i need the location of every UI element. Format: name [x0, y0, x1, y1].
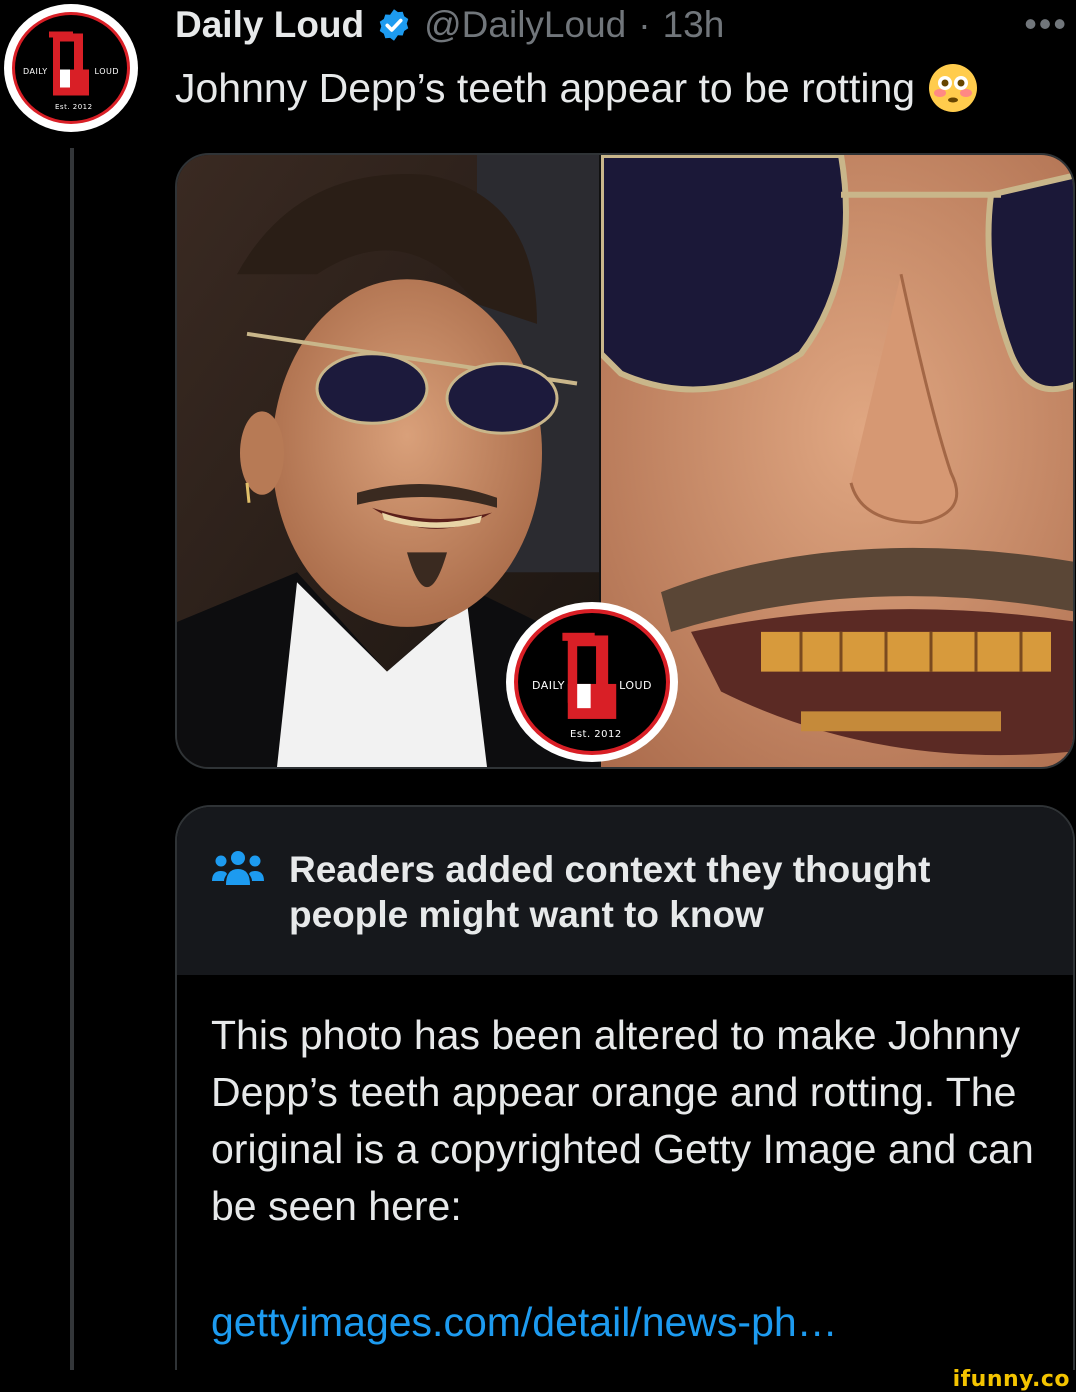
- timestamp[interactable]: 13h: [663, 4, 725, 46]
- ifunny-watermark: ifunny.co: [952, 1367, 1070, 1392]
- tweet-text: Johnny Depp’s teeth appear to be rotting: [175, 62, 979, 114]
- verified-badge-icon: [379, 9, 409, 41]
- logo-left-text: DAILY: [23, 67, 48, 76]
- community-note-link[interactable]: gettyimages.com/detail/news-ph…: [211, 1299, 838, 1346]
- dl-monogram-icon: [49, 31, 89, 96]
- more-options-icon[interactable]: •••: [1024, 6, 1068, 42]
- tweet-header: Daily Loud @DailyLoud · 13h: [175, 2, 724, 48]
- people-group-icon: [212, 851, 264, 885]
- separator-dot: ·: [638, 4, 651, 45]
- avatar[interactable]: DAILY LOUD Est. 2012: [4, 4, 138, 132]
- daily-loud-logo: DAILY LOUD Est. 2012: [12, 12, 130, 124]
- watermark-bar: [0, 1370, 1076, 1392]
- media-logo-left-text: DAILY: [532, 679, 565, 692]
- logo-right-text: LOUD: [94, 67, 119, 76]
- thread-line: [70, 148, 74, 1372]
- community-note-title: Readers added context they thought peopl…: [289, 849, 931, 935]
- media-logo-right-text: LOUD: [619, 679, 652, 692]
- tweet-media[interactable]: DAILY LOUD Est. 2012: [175, 153, 1075, 769]
- community-note-header: Readers added context they thought peopl…: [177, 807, 1073, 975]
- media-logo-watermark: DAILY LOUD Est. 2012: [506, 602, 678, 762]
- handle[interactable]: @DailyLoud: [424, 4, 626, 46]
- logo-est-text: Est. 2012: [55, 103, 93, 111]
- tweet-text-content: Johnny Depp’s teeth appear to be rotting: [175, 64, 916, 111]
- display-name[interactable]: Daily Loud: [175, 4, 364, 46]
- community-note-body: This photo has been altered to make John…: [211, 1012, 1034, 1229]
- dl-monogram-icon: [562, 632, 617, 719]
- community-note: Readers added context they thought peopl…: [175, 805, 1075, 1392]
- flushed-face-emoji-icon: [929, 64, 978, 112]
- media-logo-est-text: Est. 2012: [570, 729, 622, 740]
